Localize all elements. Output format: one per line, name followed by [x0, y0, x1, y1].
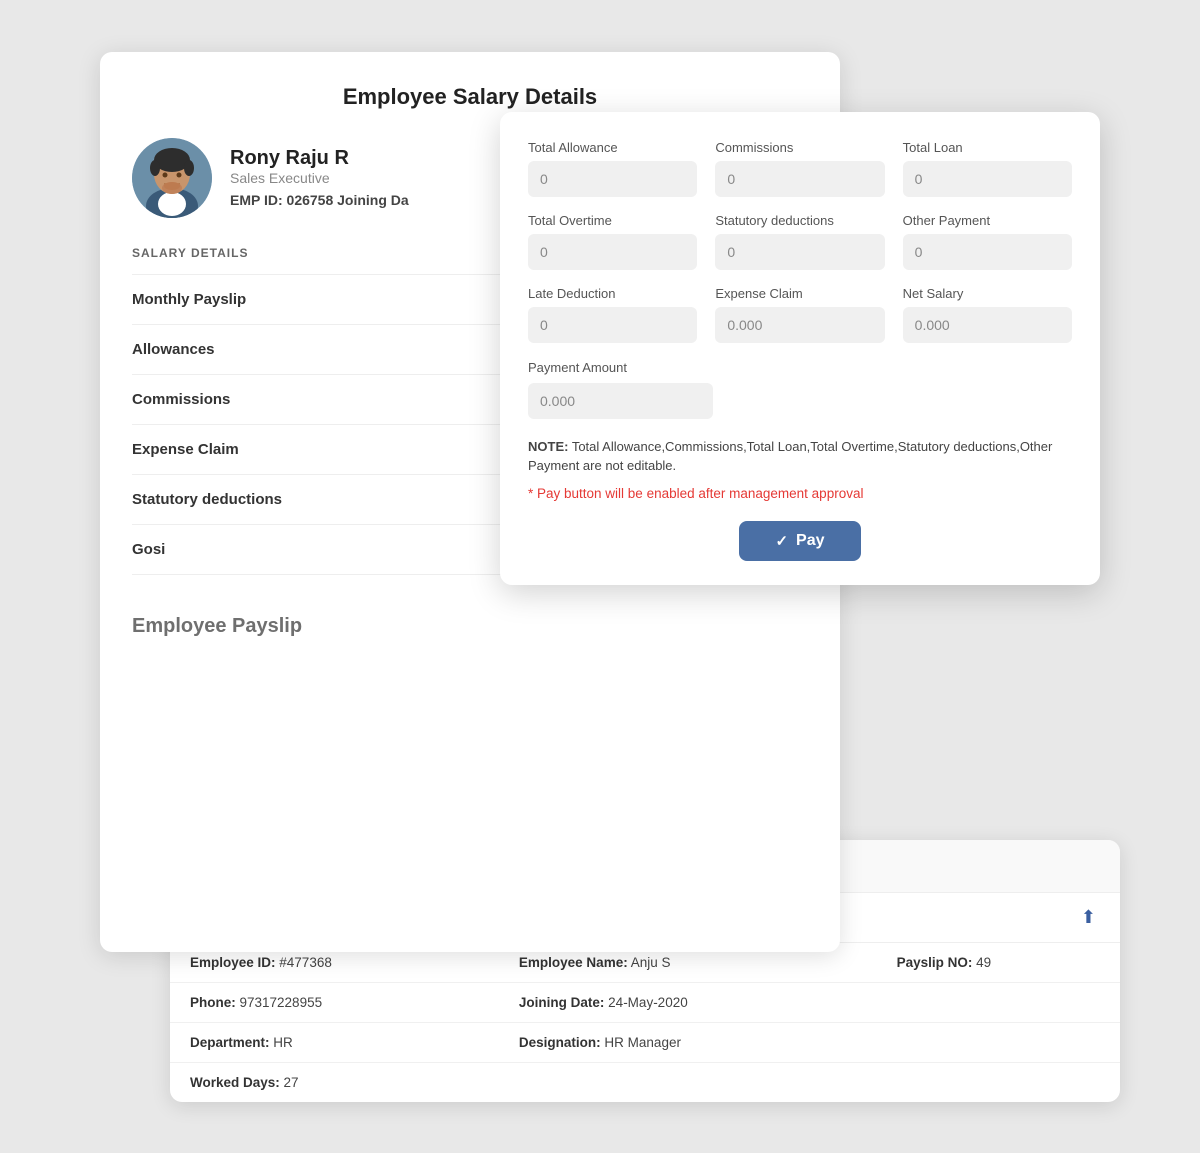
commissions-label: Commissions: [715, 140, 884, 155]
phone-cell: Phone: 97317228955: [170, 982, 499, 1022]
table-row: Department: HR Designation: HR Manager: [170, 1022, 1120, 1062]
field-total-loan: Total Loan: [903, 140, 1072, 197]
statutory-input[interactable]: [715, 234, 884, 270]
other-payment-label: Other Payment: [903, 213, 1072, 228]
note-text: NOTE: Total Allowance,Commissions,Total …: [528, 437, 1072, 476]
field-other-payment: Other Payment: [903, 213, 1072, 270]
pay-button-label: Pay: [796, 532, 824, 550]
emp-id-label: EMP ID:: [230, 192, 287, 208]
total-loan-input[interactable]: [903, 161, 1072, 197]
emp-id-value: 026758: [287, 192, 334, 208]
page-title: Employee Salary Details: [132, 84, 808, 110]
department-cell: Department: HR: [170, 1022, 499, 1062]
pay-button[interactable]: ✓ Pay: [739, 521, 860, 561]
empty-cell: [877, 982, 1120, 1022]
late-deduction-input[interactable]: [528, 307, 697, 343]
approval-text: * Pay button will be enabled after manag…: [528, 486, 1072, 501]
field-total-overtime: Total Overtime: [528, 213, 697, 270]
table-row: Worked Days: 27: [170, 1062, 1120, 1102]
expense-claim-label: Expense Claim: [715, 286, 884, 301]
employee-name: Rony Raju R: [230, 147, 409, 170]
modal-fields-row2: Total Overtime Statutory deductions Othe…: [528, 213, 1072, 270]
payment-amount-input[interactable]: [528, 383, 713, 419]
table-row: Phone: 97317228955 Joining Date: 24-May-…: [170, 982, 1120, 1022]
employee-id: EMP ID: 026758 Joining Da: [230, 192, 409, 208]
late-deduction-label: Late Deduction: [528, 286, 697, 301]
total-allowance-input[interactable]: [528, 161, 697, 197]
payment-amount-label: Payment Amount: [528, 360, 627, 375]
field-payment-amount: Payment Amount: [528, 359, 713, 419]
upload-icon[interactable]: ⬆: [1081, 907, 1096, 928]
employee-info: Rony Raju R Sales Executive EMP ID: 0267…: [230, 147, 409, 208]
worked-days-cell: Worked Days: 27: [170, 1062, 499, 1102]
commissions-input[interactable]: [715, 161, 884, 197]
avatar: [132, 138, 212, 218]
total-overtime-label: Total Overtime: [528, 213, 697, 228]
total-overtime-input[interactable]: [528, 234, 697, 270]
empty-cell-3: [499, 1062, 877, 1102]
field-net-salary: Net Salary: [903, 286, 1072, 343]
expense-claim-input[interactable]: [715, 307, 884, 343]
payslip-section-title: Employee Payslip: [132, 615, 808, 638]
field-commissions: Commissions: [715, 140, 884, 197]
payslip-table: Employee ID: #477368 Employee Name: Anju…: [170, 943, 1120, 1102]
modal-fields-row3: Late Deduction Expense Claim Net Salary: [528, 286, 1072, 343]
joining-date-cell: Joining Date: 24-May-2020: [499, 982, 877, 1022]
modal-fields-row1: Total Allowance Commissions Total Loan: [528, 140, 1072, 197]
pay-button-row: ✓ Pay: [528, 521, 1072, 561]
empty-cell-4: [877, 1062, 1120, 1102]
joining-label: Joining Da: [337, 192, 409, 208]
modal-card: Total Allowance Commissions Total Loan T…: [500, 112, 1100, 585]
check-icon: ✓: [775, 532, 788, 550]
designation-cell: Designation: HR Manager: [499, 1022, 877, 1062]
field-late-deduction: Late Deduction: [528, 286, 697, 343]
field-statutory: Statutory deductions: [715, 213, 884, 270]
net-salary-input[interactable]: [903, 307, 1072, 343]
empty-cell-2: [877, 1022, 1120, 1062]
field-expense-claim: Expense Claim: [715, 286, 884, 343]
total-allowance-label: Total Allowance: [528, 140, 697, 155]
payslip-no-cell: Payslip NO: 49: [877, 943, 1120, 983]
statutory-label: Statutory deductions: [715, 213, 884, 228]
field-total-allowance: Total Allowance: [528, 140, 697, 197]
other-payment-input[interactable]: [903, 234, 1072, 270]
employee-title: Sales Executive: [230, 170, 409, 186]
net-salary-label: Net Salary: [903, 286, 1072, 301]
total-loan-label: Total Loan: [903, 140, 1072, 155]
scene: Employee Salary Details: [100, 52, 1100, 1102]
